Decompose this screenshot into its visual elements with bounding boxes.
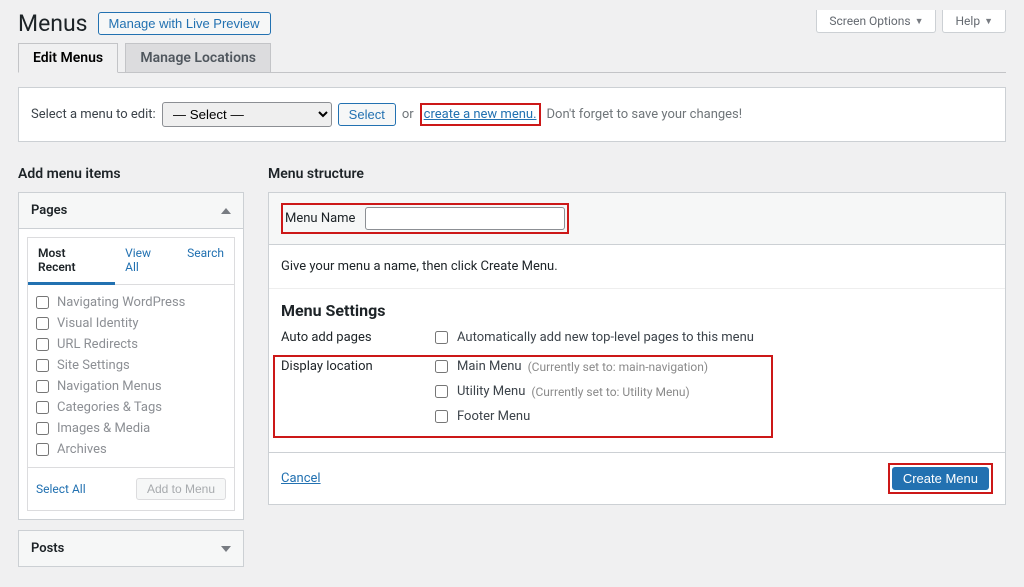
menu-name-input[interactable] xyxy=(365,207,565,230)
menu-name-label: Menu Name xyxy=(285,211,355,226)
pages-title: Pages xyxy=(31,203,67,218)
list-item: Navigation Menus xyxy=(36,379,226,394)
chevron-down-icon: ▼ xyxy=(915,16,924,27)
manage-live-preview-button[interactable]: Manage with Live Preview xyxy=(98,12,271,35)
select-button[interactable]: Select xyxy=(338,103,396,126)
page-title: Menus xyxy=(18,10,88,37)
or-text: or xyxy=(402,107,414,122)
add-to-menu-button[interactable]: Add to Menu xyxy=(136,478,226,500)
page-checkbox[interactable] xyxy=(36,317,49,330)
chevron-down-icon xyxy=(221,546,231,552)
auto-add-label: Auto add pages xyxy=(281,328,431,345)
location-main-checkbox[interactable] xyxy=(435,360,448,373)
auto-add-text: Automatically add new top-level pages to… xyxy=(457,330,754,345)
select-all-link[interactable]: Select All xyxy=(36,482,86,496)
inner-tab-recent[interactable]: Most Recent xyxy=(28,238,115,285)
page-checkbox[interactable] xyxy=(36,443,49,456)
list-item: Images & Media xyxy=(36,421,226,436)
screen-options-toggle[interactable]: Screen Options ▼ xyxy=(816,10,936,33)
add-items-heading: Add menu items xyxy=(18,166,244,182)
location-utility-checkbox[interactable] xyxy=(435,385,448,398)
chevron-down-icon: ▼ xyxy=(984,16,993,27)
location-utility-hint: (Currently set to: Utility Menu) xyxy=(531,385,689,399)
display-location-label: Display location xyxy=(281,357,431,374)
cancel-link[interactable]: Cancel xyxy=(281,471,321,486)
menu-select[interactable]: — Select — xyxy=(162,102,332,127)
help-label: Help xyxy=(955,14,980,28)
create-menu-button[interactable]: Create Menu xyxy=(892,467,989,490)
posts-title: Posts xyxy=(31,541,64,556)
location-footer-label: Footer Menu xyxy=(457,409,530,424)
page-checkbox[interactable] xyxy=(36,296,49,309)
auto-add-checkbox[interactable] xyxy=(435,331,448,344)
tab-edit-menus[interactable]: Edit Menus xyxy=(18,43,118,73)
list-item: Navigating WordPress xyxy=(36,295,226,310)
posts-accordion: Posts xyxy=(18,530,244,567)
page-checkbox[interactable] xyxy=(36,338,49,351)
list-item: Site Settings xyxy=(36,358,226,373)
location-footer-checkbox[interactable] xyxy=(435,410,448,423)
menu-structure-panel: Menu Name Give your menu a name, then cl… xyxy=(268,192,1006,505)
menu-structure-heading: Menu structure xyxy=(268,166,1006,182)
save-reminder: Don't forget to save your changes! xyxy=(547,107,743,122)
location-utility-label: Utility Menu xyxy=(457,384,525,399)
screen-options-label: Screen Options xyxy=(829,14,910,28)
location-main-label: Main Menu xyxy=(457,359,522,374)
menu-hint: Give your menu a name, then click Create… xyxy=(269,245,1005,288)
pages-accordion-header[interactable]: Pages xyxy=(19,193,243,229)
inner-tab-view-all[interactable]: View All xyxy=(115,238,177,284)
create-new-menu-link[interactable]: create a new menu. xyxy=(424,107,537,122)
list-item: Archives xyxy=(36,442,226,457)
inner-tab-search[interactable]: Search xyxy=(177,238,234,284)
page-checkbox[interactable] xyxy=(36,359,49,372)
page-checkbox[interactable] xyxy=(36,380,49,393)
location-main-hint: (Currently set to: main-navigation) xyxy=(528,360,709,374)
pages-accordion: Pages Most Recent View All Search Naviga… xyxy=(18,192,244,520)
tab-manage-locations[interactable]: Manage Locations xyxy=(125,43,271,73)
select-menu-label: Select a menu to edit: xyxy=(31,107,156,122)
help-toggle[interactable]: Help ▼ xyxy=(942,10,1006,33)
list-item: Visual Identity xyxy=(36,316,226,331)
list-item: Categories & Tags xyxy=(36,400,226,415)
posts-accordion-header[interactable]: Posts xyxy=(19,531,243,566)
list-item: URL Redirects xyxy=(36,337,226,352)
page-checkbox[interactable] xyxy=(36,401,49,414)
menu-select-bar: Select a menu to edit: — Select — Select… xyxy=(18,87,1006,142)
menu-settings-heading: Menu Settings xyxy=(281,301,993,320)
chevron-up-icon xyxy=(221,208,231,214)
page-checkbox[interactable] xyxy=(36,422,49,435)
pages-list: Navigating WordPress Visual Identity URL… xyxy=(28,285,234,467)
